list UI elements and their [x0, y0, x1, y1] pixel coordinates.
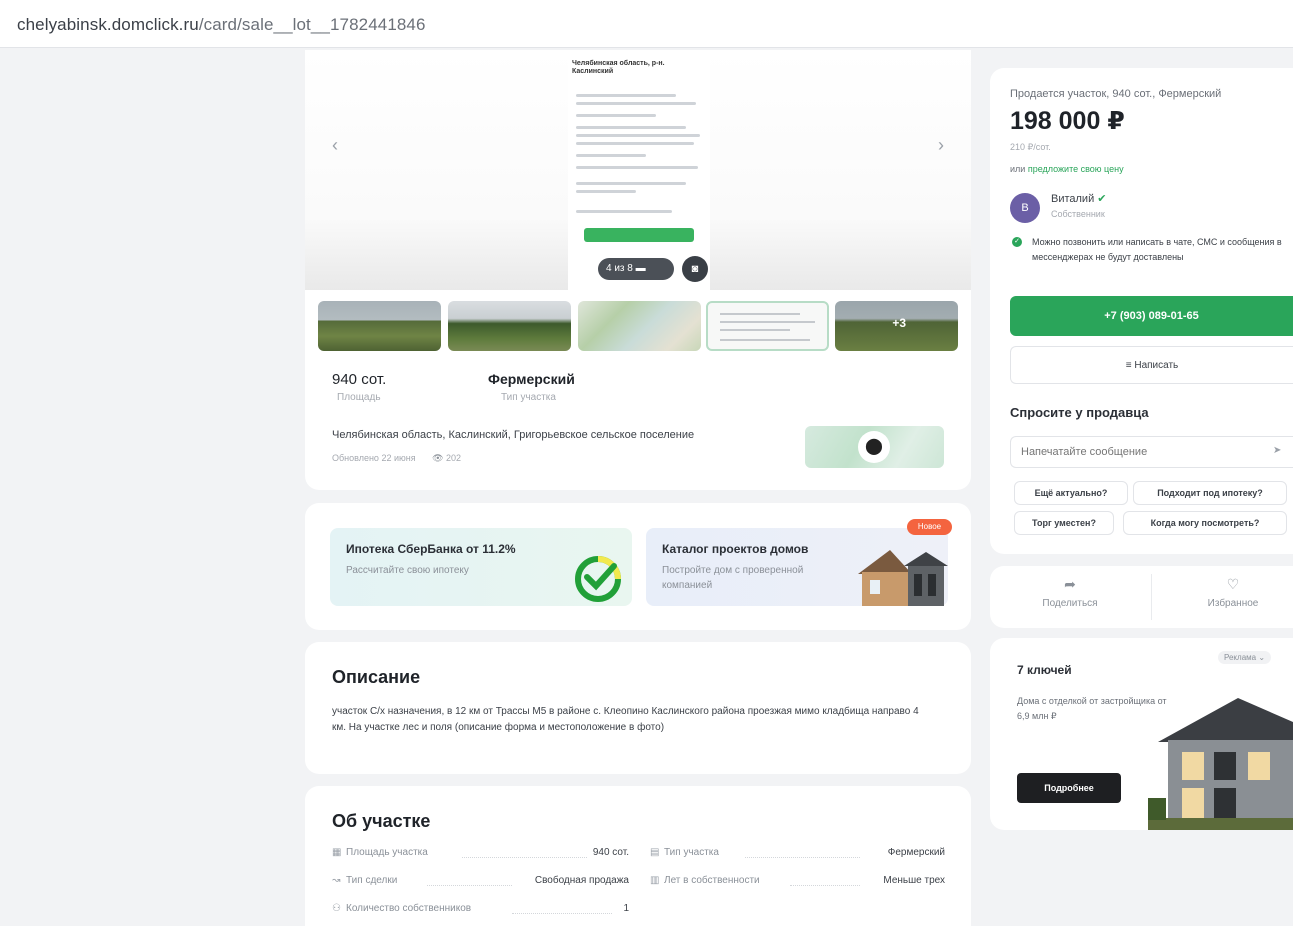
deal-type-icon: ↝	[332, 875, 341, 886]
catalog-title: Каталог проектов домов	[662, 542, 809, 556]
map-preview[interactable]: ⬤	[805, 426, 944, 468]
house-illustration-icon	[858, 550, 948, 606]
ask-seller-heading: Спросите у продавца	[1010, 405, 1149, 420]
views-count: 202	[446, 453, 462, 463]
promo-banners: Ипотека СберБанка от 11.2% Рассчитайте с…	[305, 503, 971, 630]
photo-document-screenshot: Челябинская область, р-н. Каслинский	[568, 50, 710, 290]
price: 198 000 ₽	[1010, 107, 1125, 135]
shield-check-icon: ✓	[1012, 237, 1022, 247]
description-section: Описание участок С/х назначения, в 12 км…	[305, 642, 971, 774]
share-favorite-panel: ➦ Поделиться ♡ Избранное	[990, 566, 1293, 628]
mortgage-promo[interactable]: Ипотека СберБанка от 11.2% Рассчитайте с…	[330, 528, 632, 606]
url-host: chelyabinsk.domclick.ru	[17, 15, 199, 34]
ad-title: 7 ключей	[1017, 663, 1072, 677]
photo-gallery: ‹ › Челябинская область, р-н. Каслинский…	[305, 50, 971, 490]
offer-price-link[interactable]: предложите свою цену	[1028, 164, 1124, 174]
quick-question-chip[interactable]: Подходит под ипотеку?	[1133, 481, 1287, 505]
eye-icon: 👁	[432, 453, 444, 463]
offer-line: или предложите свою цену	[1010, 164, 1124, 174]
plot-type-label: Тип участка	[501, 392, 556, 403]
description-heading: Описание	[332, 667, 421, 687]
address: Челябинская область, Каслинский, Григорь…	[332, 429, 695, 441]
message-input[interactable]	[1010, 436, 1293, 468]
contact-note: Можно позвонить или написать в чате, СМС…	[1032, 237, 1282, 262]
chevron-right-icon[interactable]: ›	[931, 135, 951, 156]
thumbnail-4-selected[interactable]	[706, 301, 829, 351]
new-badge: Новое	[907, 519, 952, 535]
area-value: 940 сот.	[332, 371, 387, 388]
mortgage-subtitle: Рассчитайте свою ипотеку	[346, 565, 469, 576]
about-row-type: ▤ Тип участка Фермерский	[650, 847, 945, 858]
ad-badge[interactable]: Реклама ⌄	[1218, 651, 1272, 664]
plot-type-value: Фермерский	[488, 371, 575, 387]
url-text[interactable]: chelyabinsk.domclick.ru/card/sale__lot__…	[17, 15, 426, 35]
about-row-area: ▦ Площадь участка 940 сот.	[332, 847, 629, 858]
thumbnail-more[interactable]: +3	[835, 301, 958, 351]
send-icon[interactable]: ➤	[1273, 445, 1281, 456]
share-button[interactable]: ➦ Поделиться	[1000, 576, 1140, 609]
main-photo[interactable]: ‹ › Челябинская область, р-н. Каслинский…	[305, 50, 971, 290]
catalog-subtitle: Постройте дом с проверенной компанией	[662, 565, 804, 591]
about-row-deal: ↝ Тип сделки Свободная продажа	[332, 875, 629, 886]
ad-details-button[interactable]: Подробнее	[1017, 773, 1121, 803]
ad-card[interactable]: Реклама ⌄ 7 ключей Дома с отделкой от за…	[990, 638, 1293, 830]
price-contact-panel: Продается участок, 940 сот., Фермерский …	[990, 68, 1293, 554]
seller-role: Собственник	[1051, 209, 1105, 219]
seller-name[interactable]: Виталий ✔	[1051, 192, 1107, 205]
about-row-owners: ⚇ Количество собственников 1	[332, 903, 629, 914]
quick-question-chip[interactable]: Когда могу посмотреть?	[1123, 511, 1287, 535]
area-icon: ▦	[332, 847, 342, 858]
more-photos-count: +3	[892, 316, 906, 330]
listing-meta: Обновлено 22 июня 👁 202	[332, 453, 461, 464]
share-icon: ➦	[1064, 576, 1076, 592]
listing-title: Продается участок, 940 сот., Фермерский	[1010, 88, 1222, 100]
description-text: участок С/х назначения, в 12 км от Трасс…	[332, 706, 919, 733]
screenshot-button	[584, 228, 694, 242]
updated-date: Обновлено 22 июня	[332, 453, 416, 463]
thumbnail-1[interactable]	[318, 301, 441, 351]
map-pin-icon: ⬤	[858, 431, 890, 463]
price-per-unit: 210 ₽/сот.	[1010, 142, 1051, 152]
heart-icon: ♡	[1226, 576, 1240, 592]
thumbnail-2[interactable]	[448, 301, 571, 351]
screenshot-header: Челябинская область, р-н. Каслинский	[572, 60, 665, 75]
owners-icon: ⚇	[332, 903, 341, 914]
thumbnail-3[interactable]	[578, 301, 701, 351]
area-label: Площадь	[337, 392, 381, 403]
mortgage-title: Ипотека СберБанка от 11.2%	[346, 542, 516, 556]
about-row-years: ▥ Лет в собственности Меньше трех	[650, 875, 945, 886]
quick-question-chip[interactable]: Ещё актуально?	[1014, 481, 1128, 505]
url-path: /card/sale__lot__1782441846	[198, 15, 426, 34]
phone-button[interactable]: +7 (903) 089-01-65	[1010, 296, 1293, 336]
verified-icon: ✔	[1097, 193, 1107, 205]
photo-counter: 4 из 8 ▬	[598, 258, 674, 280]
favorite-button[interactable]: ♡ Избранное	[1163, 576, 1293, 609]
about-heading: Об участке	[332, 811, 431, 831]
ad-subtitle: Дома с отделкой от застройщика от 6,9 мл…	[1017, 696, 1167, 721]
browser-address-bar[interactable]: chelyabinsk.domclick.ru/card/sale__lot__…	[0, 0, 1293, 48]
chat-icon: ≡	[1125, 360, 1132, 371]
plot-type-icon: ▤	[650, 847, 660, 858]
write-button[interactable]: ≡ Написать	[1010, 346, 1293, 384]
sber-logo-icon	[575, 556, 621, 602]
quick-question-chip[interactable]: Торг уместен?	[1014, 511, 1114, 535]
house-photo-icon	[1148, 678, 1293, 830]
chevron-left-icon[interactable]: ‹	[325, 135, 345, 156]
calendar-icon: ▥	[650, 875, 660, 886]
avatar[interactable]: В	[1010, 193, 1040, 223]
camera-icon[interactable]: ◙	[682, 256, 708, 282]
about-plot-section: Об участке ▦ Площадь участка 940 сот. ▤ Ти…	[305, 786, 971, 926]
